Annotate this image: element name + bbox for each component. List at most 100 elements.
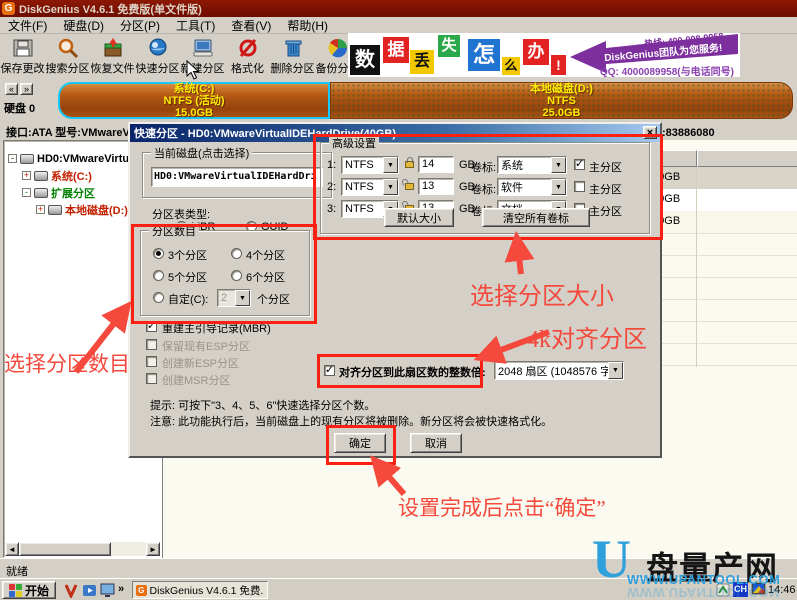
- disk-label: 硬盘 0: [4, 100, 35, 116]
- highlight-ok-button: [326, 425, 396, 465]
- banner-tile: 办: [523, 39, 549, 65]
- mouse-cursor: [186, 60, 200, 80]
- disk-icon: [20, 154, 34, 164]
- highlight-alignment: [317, 354, 483, 388]
- magnifier-icon: [57, 37, 79, 59]
- tree-hscrollbar[interactable]: ◄ ►: [5, 542, 160, 556]
- empty-column-header[interactable]: [697, 150, 797, 167]
- app-icon: G: [2, 2, 15, 15]
- annotation-align: 4k对齐分区: [527, 319, 647, 354]
- partition-d-name: 本地磁盘(D:): [331, 83, 792, 95]
- partition-c-fs: NTFS (活动): [60, 95, 328, 107]
- tray-utility-icon[interactable]: [716, 583, 730, 597]
- annotation-count: 选择分区数目: [4, 348, 130, 378]
- checkbox-keep-esp[interactable]: [146, 339, 157, 350]
- menu-tools[interactable]: 工具(T): [168, 17, 223, 34]
- expand-icon[interactable]: +: [22, 171, 31, 180]
- banner-tile: 么: [502, 57, 520, 75]
- quick-partition-button[interactable]: 快速分区: [135, 34, 180, 78]
- partition-icon: [48, 205, 62, 215]
- checkbox-new-esp[interactable]: [146, 356, 157, 367]
- banner-tile: 据: [383, 37, 409, 63]
- current-disk-group: 当前磁盘(点击选择) HD0:VMwareVirtualIDEHardDri: [142, 152, 332, 198]
- annotation-ok: 设置完成后点击“确定”: [398, 492, 606, 522]
- tree-item-extended[interactable]: - 扩展分区: [22, 185, 95, 200]
- globe-disk-icon: [147, 37, 169, 59]
- disk-info-left: 接口:ATA 型号:VMwareVirt: [6, 124, 141, 140]
- partition-c-size: 15.0GB: [60, 107, 328, 119]
- collapse-icon[interactable]: -: [22, 188, 31, 197]
- menubar: 文件(F) 硬盘(D) 分区(P) 工具(T) 查看(V) 帮助(H): [0, 17, 797, 34]
- menu-disk[interactable]: 硬盘(D): [55, 17, 112, 34]
- statusbar-ready: 就绪: [6, 563, 28, 579]
- monitor-icon: [192, 37, 214, 59]
- clock[interactable]: 14:46: [768, 584, 796, 596]
- highlight-advanced-settings: [313, 134, 663, 240]
- task-button-diskgenius[interactable]: G DiskGenius V4.6.1 免费...: [132, 581, 268, 599]
- disk-cylinder: 系统(C:) NTFS (活动) 15.0GB 本地磁盘(D:) NTFS 25…: [58, 82, 793, 119]
- pt-type-label: 分区表类型:: [152, 206, 210, 222]
- menu-file[interactable]: 文件(F): [0, 17, 55, 34]
- prev-disk-button[interactable]: «: [5, 83, 18, 95]
- windows-logo-icon: [9, 584, 22, 597]
- diskgenius-window: G DiskGenius V4.6.1 免费版(单文件版) 文件(F) 硬盘(D…: [0, 0, 797, 600]
- cancel-button[interactable]: 取消: [410, 433, 462, 453]
- window-title: DiskGenius V4.6.1 免费版(单文件版): [19, 1, 202, 17]
- quicklaunch-icon-2[interactable]: [82, 583, 97, 598]
- format-icon: [237, 37, 259, 59]
- banner-tile: 数: [350, 45, 380, 75]
- start-button[interactable]: 开始: [2, 581, 56, 599]
- quicklaunch-more-chevron[interactable]: »: [118, 583, 124, 595]
- toolbar: 保存更改 搜索分区 恢复文件 快速分区 新建分区 格式化 删除分区 备份分区: [0, 33, 797, 80]
- partition-c-name: 系统(C:): [60, 83, 328, 95]
- recover-files-button[interactable]: 恢复文件: [90, 34, 135, 78]
- banner-qq: QQ: 4000089958(与电话同号): [600, 63, 734, 77]
- partition-icon: [34, 171, 48, 181]
- diskgenius-task-icon: G: [136, 585, 147, 596]
- banner-tile: 怎: [468, 39, 500, 71]
- tree-item-system-c[interactable]: + 系统(C:): [22, 168, 92, 183]
- quicklaunch-icon-1[interactable]: [64, 583, 79, 598]
- tree-item-hd0[interactable]: - HD0:VMwareVirtual: [8, 151, 138, 166]
- checkbox-new-esp-label: 创建新ESP分区: [162, 355, 239, 371]
- partition-d-fs: NTFS: [331, 95, 792, 107]
- tray-language-indicator[interactable]: CH: [733, 582, 748, 597]
- banner-tile: 丢: [410, 50, 434, 74]
- delete-partition-button[interactable]: 删除分区: [270, 34, 315, 78]
- scroll-left-button[interactable]: ◄: [5, 542, 19, 556]
- banner-tile: !: [551, 55, 566, 75]
- floppy-icon: [12, 37, 34, 59]
- trash-icon: [282, 37, 304, 59]
- save-changes-button[interactable]: 保存更改: [0, 34, 45, 78]
- partition-icon: [34, 188, 48, 198]
- search-partition-button[interactable]: 搜索分区: [45, 34, 90, 78]
- format-button[interactable]: 格式化: [225, 34, 270, 78]
- partition-d[interactable]: 本地磁盘(D:) NTFS 25.0GB: [330, 82, 793, 119]
- align-select[interactable]: 2048 扇区 (1048576 字节) ▼: [494, 361, 624, 380]
- current-disk-display[interactable]: HD0:VMwareVirtualIDEHardDri: [151, 167, 323, 187]
- menu-view[interactable]: 查看(V): [223, 17, 279, 34]
- taskbar: 开始 » G DiskGenius V4.6.1 免费... CH 14:46: [0, 578, 797, 600]
- pie-icon: [327, 37, 349, 59]
- tray-display-icon[interactable]: [751, 582, 766, 597]
- next-disk-button[interactable]: »: [20, 83, 33, 95]
- scroll-right-button[interactable]: ►: [146, 542, 160, 556]
- scroll-thumb[interactable]: [19, 542, 111, 556]
- expand-icon[interactable]: +: [36, 205, 45, 214]
- disk-bar-panel: « » 硬盘 0 系统(C:) NTFS (活动) 15.0GB 本地磁盘(D:…: [0, 79, 797, 122]
- column-gridline: [696, 167, 697, 367]
- dialog-hint: 提示: 可按下"3、4、5、6"快速选择分区个数。: [150, 397, 375, 413]
- partition-d-size: 25.0GB: [331, 107, 792, 119]
- partition-c[interactable]: 系统(C:) NTFS (活动) 15.0GB: [58, 82, 330, 119]
- ad-banner[interactable]: 数 据 丢 失 怎 么 办 ! DiskGenius团队为您服务! 热线: 40…: [348, 33, 740, 77]
- menu-help[interactable]: 帮助(H): [279, 17, 336, 34]
- annotation-size: 选择分区大小: [470, 276, 614, 311]
- quicklaunch-icon-3[interactable]: [100, 583, 115, 598]
- checkbox-msr[interactable]: [146, 373, 157, 384]
- highlight-partition-count: [131, 224, 317, 324]
- chevron-down-icon[interactable]: ▼: [608, 362, 623, 379]
- tree-item-local-d[interactable]: + 本地磁盘(D:): [36, 202, 128, 217]
- checkbox-msr-label: 创建MSR分区: [162, 372, 230, 388]
- collapse-icon[interactable]: -: [8, 154, 17, 163]
- menu-partition[interactable]: 分区(P): [112, 17, 168, 34]
